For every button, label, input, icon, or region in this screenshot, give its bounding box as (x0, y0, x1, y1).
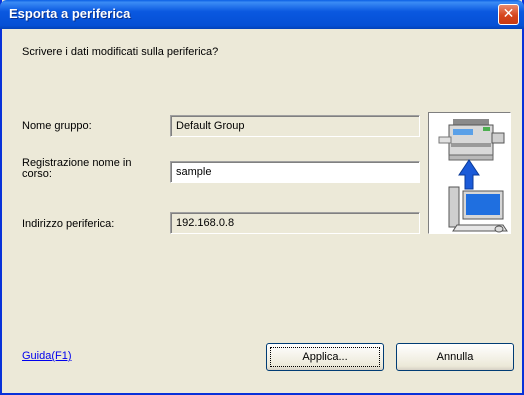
registration-name-label-line2: corso: (22, 168, 52, 180)
group-name-value: Default Group (176, 120, 245, 132)
title-bar[interactable]: Esporta a periferica ✕ (0, 0, 524, 29)
group-name-field: Default Group (170, 115, 420, 137)
arrow-up-icon (458, 159, 480, 190)
confirm-prompt: Scrivere i dati modificati sulla perifer… (22, 46, 219, 58)
computer-icon (448, 186, 508, 233)
close-icon: ✕ (502, 6, 515, 22)
window-title: Esporta a periferica (9, 6, 131, 21)
registration-name-value: sample (176, 166, 212, 178)
apply-button[interactable]: Applica... (266, 343, 384, 371)
close-button[interactable]: ✕ (498, 4, 519, 25)
help-link[interactable]: Guida(F1) (22, 350, 72, 362)
cancel-button[interactable]: Annulla (396, 343, 514, 371)
cancel-button-label: Annulla (436, 351, 474, 363)
printer-to-computer-export-icon (438, 119, 508, 233)
printer-icon (438, 119, 505, 161)
group-name-label: Nome gruppo: (22, 120, 92, 132)
device-address-value: 192.168.0.8 (176, 217, 235, 229)
registration-name-field: sample (170, 161, 420, 183)
registration-name-label: Registrazione nome in corso: (22, 158, 131, 180)
device-address-field: 192.168.0.8 (170, 212, 420, 234)
export-dialog-window: Esporta a periferica ✕ Scrivere i dati m… (0, 0, 524, 395)
export-illustration (428, 112, 511, 234)
apply-button-label: Applica... (302, 351, 348, 363)
device-address-label: Indirizzo periferica: (22, 218, 115, 230)
